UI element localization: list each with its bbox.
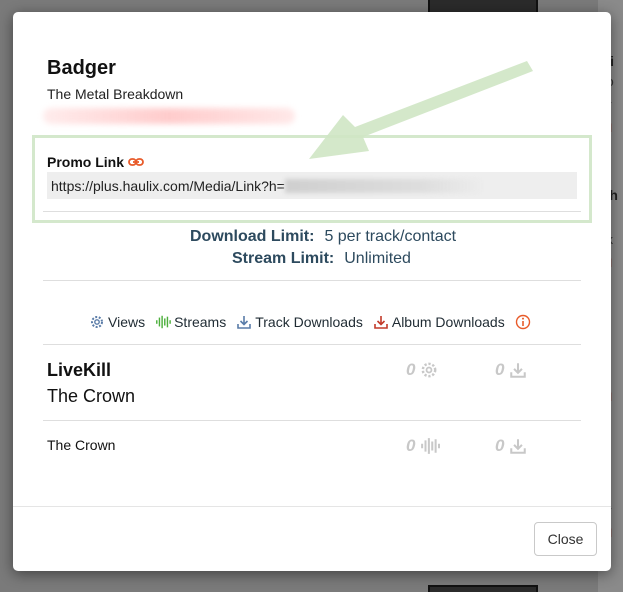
link-icon[interactable]: [128, 156, 144, 168]
divider: [43, 420, 581, 421]
promo-link-label-text: Promo Link: [47, 154, 125, 170]
promo-link-field[interactable]: https://plus.haulix.com/Media/Link?h=: [47, 172, 577, 199]
download-icon: [373, 314, 389, 330]
download-icon: [510, 363, 527, 378]
download-icon: [510, 439, 527, 454]
gear-icon: [89, 314, 105, 330]
download-limit-row: Download Limit: 5 per track/contact: [190, 228, 456, 246]
album-views-stat: 0: [406, 360, 439, 380]
modal-subtitle: The Metal Breakdown: [47, 86, 184, 102]
track-downloads-count: 0: [495, 436, 505, 455]
album-views-count: 0: [406, 360, 416, 379]
legend-views-label: Views: [108, 314, 146, 330]
legend-album-downloads-label: Album Downloads: [391, 314, 505, 330]
gear-icon: [422, 362, 437, 378]
stats-legend: Views Streams Track Downloads Album Down…: [89, 314, 531, 330]
stream-limit-row: Stream Limit: Unlimited: [232, 250, 411, 268]
promo-link-url: https://plus.haulix.com/Media/Link?h=: [51, 177, 285, 194]
download-icon: [236, 314, 252, 330]
promo-stats-modal: Badger The Metal Breakdown Promo Link ht…: [13, 12, 611, 571]
redacted-url: [284, 178, 485, 193]
legend-album-downloads: Album Downloads: [373, 314, 505, 330]
legend-streams-label: Streams: [174, 314, 227, 330]
download-limit-value: 5 per track/contact: [324, 228, 457, 245]
waveform-icon: [155, 314, 171, 330]
track-name: The Crown: [47, 437, 116, 453]
legend-streams: Streams: [155, 314, 226, 330]
info-icon[interactable]: [515, 314, 531, 330]
legend-track-downloads: Track Downloads: [236, 314, 363, 330]
promo-link-label: Promo Link: [47, 154, 144, 170]
background-thumbnail: [428, 585, 538, 592]
close-button[interactable]: Close: [534, 522, 597, 556]
track-streams-count: 0: [406, 436, 416, 455]
stream-limit-value: Unlimited: [344, 250, 411, 267]
annotation-arrow-icon: [309, 61, 533, 159]
waveform-icon: [421, 438, 441, 454]
legend-track-downloads-label: Track Downloads: [255, 314, 363, 330]
album-title: LiveKill: [47, 360, 112, 380]
track-downloads-stat: 0: [495, 436, 528, 456]
album-downloads-count: 0: [495, 360, 505, 379]
divider: [43, 280, 581, 281]
modal-footer-divider: [13, 506, 611, 507]
download-limit-label: Download Limit:: [190, 228, 315, 245]
divider: [43, 211, 581, 212]
redacted-text: [43, 108, 295, 124]
track-streams-stat: 0: [406, 436, 441, 456]
modal-title: Badger: [47, 57, 116, 79]
album-downloads-stat: 0: [495, 360, 528, 380]
legend-views: Views: [89, 314, 145, 330]
divider: [43, 344, 581, 345]
album-artist: The Crown: [47, 386, 136, 406]
stream-limit-label: Stream Limit:: [232, 250, 335, 267]
